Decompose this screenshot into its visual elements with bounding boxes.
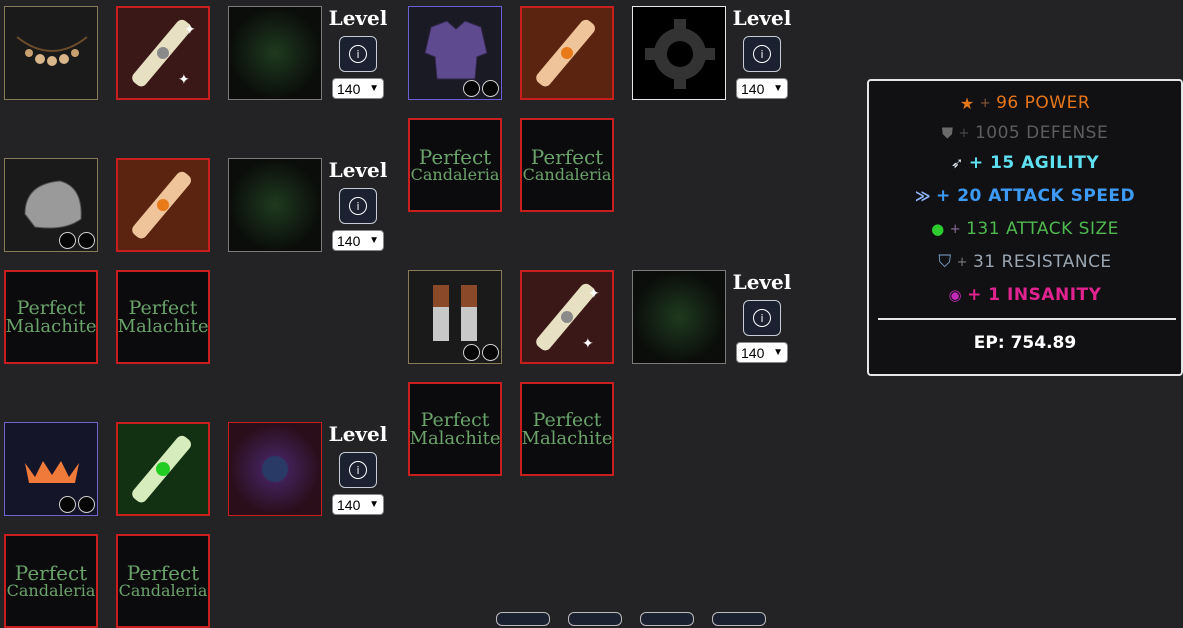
eye-icon: ◉ [948, 286, 963, 304]
helmet-item-slot[interactable] [4, 158, 98, 252]
star-icon: ★ [959, 93, 975, 113]
level-select[interactable]: 140 ▼ [736, 342, 788, 363]
amulet-item-slot[interactable] [4, 6, 98, 100]
boots-item-slot[interactable] [408, 270, 502, 364]
stat-resistance: ⛉ + 31 RESISTANCE [938, 252, 1112, 272]
gem-slot-candaleria[interactable]: Perfect Candaleria [408, 118, 502, 212]
stat-defense: ⛊ + 1005 DEFENSE [941, 123, 1109, 143]
empty-socket-slot[interactable] [228, 158, 322, 252]
empty-socket-slot[interactable] [632, 270, 726, 364]
level-select[interactable]: 140 ▼ [736, 78, 788, 99]
stat-agility: ➶ + 15 AGILITY [950, 153, 1100, 173]
info-icon: i [753, 309, 771, 327]
page-button[interactable] [640, 612, 694, 626]
gem-slot-candaleria[interactable]: Perfect Candaleria [520, 118, 614, 212]
divider [878, 318, 1176, 320]
info-icon: i [349, 45, 367, 63]
info-button[interactable]: i [743, 300, 781, 336]
level-label: Level [328, 422, 388, 446]
scroll-icon: ✦✦ [536, 283, 600, 352]
scroll-slot-orange[interactable] [520, 6, 614, 100]
level-control: Level i 140 ▼ [328, 158, 388, 251]
chevron-down-icon: ▼ [369, 499, 379, 510]
gem-slot-malachite[interactable]: Perfect Malachite [520, 382, 614, 476]
page-button[interactable] [496, 612, 550, 626]
speed-icon: ≫ [914, 187, 932, 205]
orb-icon [262, 456, 288, 482]
info-button[interactable]: i [339, 36, 377, 72]
scroll-icon [536, 19, 595, 87]
level-label: Level [328, 6, 388, 30]
level-select[interactable]: 140 ▼ [332, 230, 384, 251]
svg-text:✦: ✦ [184, 22, 196, 38]
planet-icon: ● [931, 220, 945, 238]
info-button[interactable]: i [339, 452, 377, 488]
socket-gem-slot[interactable] [228, 422, 322, 516]
chevron-down-icon: ▼ [369, 235, 379, 246]
level-label: Level [732, 270, 792, 294]
stat-attack-speed: ≫ + 20 ATTACK SPEED [914, 186, 1136, 206]
level-control: Level i 140 ▼ [732, 270, 792, 363]
level-label: Level [328, 158, 388, 182]
level-control: Level i 140 ▼ [328, 422, 388, 515]
level-label: Level [732, 6, 792, 30]
stat-attack-size: ● + 131 ATTACK SIZE [931, 219, 1119, 239]
info-icon: i [349, 197, 367, 215]
level-control: Level i 140 ▼ [328, 6, 388, 99]
stat-insanity: ◉ + 1 INSANITY [948, 285, 1102, 305]
stat-power: ★ + 96 POWER [959, 93, 1091, 113]
chevron-down-icon: ▼ [773, 83, 783, 94]
info-button[interactable]: i [339, 188, 377, 224]
scroll-slot-orange[interactable] [116, 158, 210, 252]
gem-slot-candaleria[interactable]: Perfect Candaleria [4, 534, 98, 628]
scroll-slot-silver[interactable]: ✦ ✦ [116, 6, 210, 100]
page-button[interactable] [712, 612, 766, 626]
scroll-slot-silver[interactable]: ✦ ✦ [520, 270, 614, 364]
empty-socket-slot[interactable] [228, 6, 322, 100]
level-select[interactable]: 140 ▼ [332, 78, 384, 99]
scroll-icon [132, 435, 191, 503]
gem-slot-malachite[interactable]: Perfect Malachite [116, 270, 210, 364]
settings-slot[interactable] [632, 6, 726, 100]
svg-text:✦: ✦ [178, 72, 190, 88]
stats-panel: ★ + 96 POWER ⛊ + 1005 DEFENSE ➶ + 15 AGI… [867, 79, 1183, 376]
gem-slot-malachite[interactable]: Perfect Malachite [408, 382, 502, 476]
crown-item-slot[interactable] [4, 422, 98, 516]
gear-icon [645, 19, 715, 89]
svg-text:✦: ✦ [588, 286, 600, 302]
chevron-down-icon: ▼ [773, 347, 783, 358]
page-button[interactable] [568, 612, 622, 626]
level-select[interactable]: 140 ▼ [332, 494, 384, 515]
amulet-icon [16, 36, 88, 66]
level-control: Level i 140 ▼ [732, 6, 792, 99]
chevron-down-icon: ▼ [369, 83, 379, 94]
chest-armor-item-slot[interactable] [408, 6, 502, 100]
shield-icon: ⛊ [941, 124, 954, 142]
scroll-icon: ✦✦ [132, 19, 196, 88]
info-icon: i [753, 45, 771, 63]
shield-icon: ⛉ [938, 252, 952, 272]
gem-slot-candaleria[interactable]: Perfect Candaleria [116, 534, 210, 628]
gem-slot-malachite[interactable]: Perfect Malachite [4, 270, 98, 364]
info-button[interactable]: i [743, 36, 781, 72]
scroll-icon [132, 171, 191, 239]
svg-text:✦: ✦ [582, 336, 594, 352]
info-icon: i [349, 461, 367, 479]
scroll-slot-green[interactable] [116, 422, 210, 516]
running-icon: ➶ [950, 154, 964, 172]
ep-value: EP: 754.89 [973, 333, 1077, 353]
